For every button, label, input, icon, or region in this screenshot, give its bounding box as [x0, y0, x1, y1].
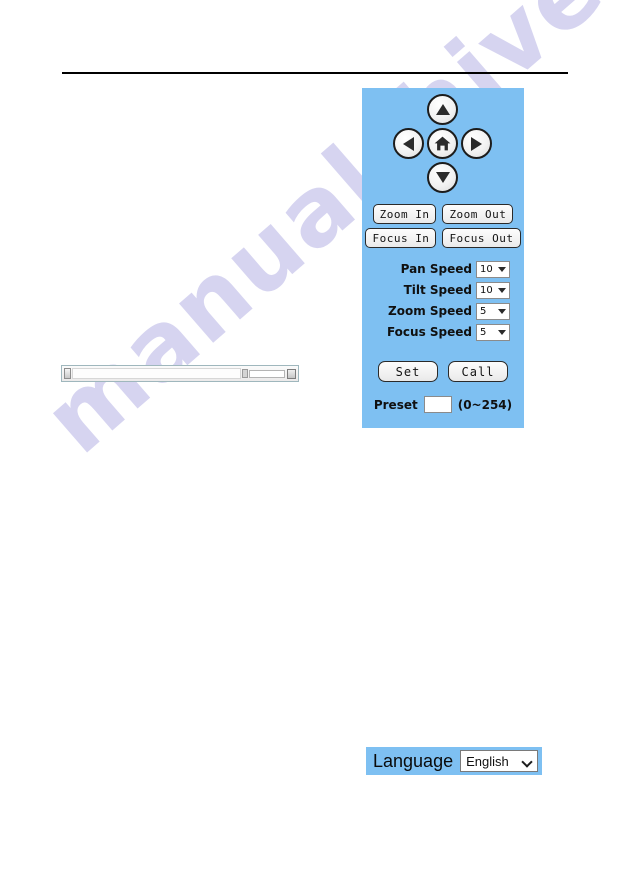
home-icon [434, 136, 451, 151]
preset-row: Preset (0~254) [362, 396, 524, 413]
tilt-speed-label: Tilt Speed [403, 283, 472, 297]
preset-action-row: Set Call [362, 361, 524, 382]
language-bar: Language English [366, 747, 542, 775]
focus-in-button[interactable]: Focus In [365, 228, 437, 248]
language-selected-value: English [466, 753, 509, 769]
chevron-down-icon [498, 287, 506, 293]
player-volume-slider[interactable] [249, 369, 285, 378]
pan-left-button[interactable] [393, 128, 424, 159]
pan-speed-label: Pan Speed [400, 262, 472, 276]
zoom-speed-value: 5 [480, 305, 487, 317]
zoom-speed-select[interactable]: 5 [476, 302, 510, 320]
language-select[interactable]: English [460, 750, 539, 772]
focus-speed-row: Focus Speed 5 [362, 322, 524, 342]
pan-right-button[interactable] [461, 128, 492, 159]
pan-speed-value: 10 [480, 263, 493, 275]
focus-button-row: Focus In Focus Out [362, 228, 524, 248]
preset-label: Preset [373, 397, 418, 412]
home-button[interactable] [427, 128, 458, 159]
speed-settings-list: Pan Speed 10 Tilt Speed 10 Zoom Speed 5 … [362, 259, 524, 342]
arrow-left-icon [403, 136, 414, 151]
zoom-in-button[interactable]: Zoom In [372, 204, 437, 224]
player-grip-handle[interactable] [64, 368, 71, 379]
preset-range-hint: (0~254) [457, 397, 513, 412]
player-control-bar[interactable] [61, 365, 299, 382]
arrow-up-icon [435, 104, 450, 115]
zoom-speed-label: Zoom Speed [388, 304, 472, 318]
language-label: Language [373, 750, 454, 771]
chevron-down-icon [523, 757, 532, 766]
zoom-out-button[interactable]: Zoom Out [442, 204, 514, 224]
set-button[interactable]: Set [378, 361, 438, 382]
focus-out-button[interactable]: Focus Out [442, 228, 521, 248]
header-divider [62, 72, 568, 74]
zoom-speed-row: Zoom Speed 5 [362, 301, 524, 321]
tilt-speed-value: 10 [480, 284, 493, 296]
chevron-down-icon [498, 308, 506, 314]
arrow-down-icon [435, 172, 450, 183]
pan-speed-row: Pan Speed 10 [362, 259, 524, 279]
player-progress-track[interactable] [72, 368, 241, 379]
focus-speed-select[interactable]: 5 [476, 323, 510, 341]
ptz-control-panel: Zoom In Zoom Out Focus In Focus Out Pan … [362, 88, 524, 428]
focus-speed-label: Focus Speed [386, 325, 472, 339]
pan-up-button[interactable] [427, 94, 458, 125]
arrow-right-icon [471, 136, 482, 151]
tilt-speed-row: Tilt Speed 10 [362, 280, 524, 300]
player-end-button[interactable] [287, 368, 296, 379]
player-mini-button[interactable] [242, 369, 248, 378]
pan-down-button[interactable] [427, 162, 458, 193]
preset-input[interactable] [423, 396, 452, 413]
direction-pad [362, 88, 524, 200]
zoom-button-row: Zoom In Zoom Out [362, 204, 524, 224]
tilt-speed-select[interactable]: 10 [476, 281, 510, 299]
focus-speed-value: 5 [480, 326, 487, 338]
chevron-down-icon [498, 266, 506, 272]
chevron-down-icon [498, 329, 506, 335]
call-button[interactable]: Call [448, 361, 508, 382]
pan-speed-select[interactable]: 10 [476, 260, 510, 278]
